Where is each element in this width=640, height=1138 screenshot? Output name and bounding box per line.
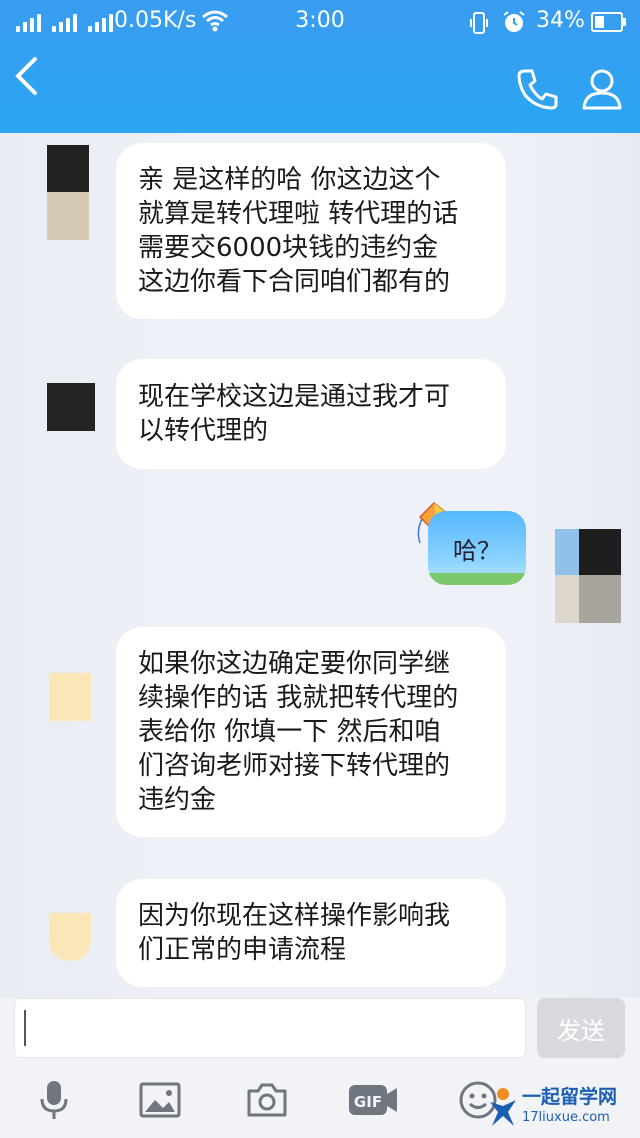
status-bar: 0.05K/s 3:00 34%: [0, 0, 640, 46]
avatar[interactable]: [47, 145, 89, 240]
message-line: 们正常的申请流程: [138, 935, 347, 965]
vibrate-icon: [470, 12, 488, 34]
message-line: 亲 是这样的哈 你这边这个: [138, 165, 441, 195]
profile-button[interactable]: [578, 66, 626, 112]
message-bubble[interactable]: 亲 是这样的哈 你这边这个 就算是转代理啦 转代理的话 需要交6000块钱的违约…: [116, 143, 506, 319]
message-line: 如果你这边确定要你同学继: [138, 649, 451, 679]
message-line: 以转代理的: [138, 416, 269, 446]
top-bar: 0.05K/s 3:00 34%: [0, 0, 640, 133]
phone-icon: [517, 69, 558, 110]
message-line: 现在学校这边是通过我才可: [138, 382, 451, 412]
message-text: 如果你这边确定要你同学继 续操作的话 我就把转代理的 表给你 你填一下 然后和咱…: [138, 647, 458, 817]
message-input[interactable]: [14, 998, 526, 1058]
gif-button[interactable]: GIF: [346, 1078, 400, 1122]
camera-icon: [247, 1083, 287, 1117]
message-line: 因为你现在这样操作影响我: [138, 901, 451, 931]
nav-bar: [0, 46, 640, 133]
message-line: 违约金: [138, 785, 217, 815]
message-line: 表给你 你填一下 然后和咱: [138, 717, 441, 747]
person-icon: [582, 69, 622, 110]
chat-area: 亲 是这样的哈 你这边这个 就算是转代理啦 转代理的话 需要交6000块钱的违约…: [0, 133, 640, 998]
message-text: 现在学校这边是通过我才可 以转代理的: [138, 380, 450, 448]
message-text: 亲 是这样的哈 你这边这个 就算是转代理啦 转代理的话 需要交6000块钱的违约…: [138, 163, 458, 299]
message-line: 续操作的话 我就把转代理的: [138, 683, 459, 713]
gif-icon: GIF: [349, 1085, 397, 1115]
avatar[interactable]: [49, 913, 91, 961]
voice-button[interactable]: [32, 1078, 76, 1122]
battery-icon: [591, 12, 626, 32]
chevron-left-icon: [15, 57, 37, 95]
avatar-self[interactable]: [555, 529, 621, 623]
alarm-icon: [503, 11, 525, 32]
avatar[interactable]: [47, 383, 95, 431]
back-button[interactable]: [6, 52, 46, 100]
battery-percent: 34%: [536, 8, 585, 33]
send-button[interactable]: 发送: [537, 998, 625, 1058]
microphone-icon: [40, 1081, 68, 1119]
watermark-logo-icon: [490, 1088, 516, 1126]
camera-button[interactable]: [243, 1078, 291, 1122]
message-bubble[interactable]: 因为你现在这样操作影响我 们正常的申请流程: [116, 879, 506, 987]
message-bubble-sent[interactable]: 哈？: [428, 511, 526, 585]
message-line: 需要交6000块钱的违约金: [138, 233, 439, 263]
image-icon: [139, 1082, 181, 1118]
image-button[interactable]: [136, 1078, 184, 1122]
message-line: 们咨询老师对接下转代理的: [138, 751, 451, 781]
call-button[interactable]: [512, 66, 562, 112]
message-line: 哈？: [453, 536, 501, 565]
watermark: 一起留学网 17liuxue.com: [486, 1082, 636, 1134]
message-bubble[interactable]: 如果你这边确定要你同学继 续操作的话 我就把转代理的 表给你 你填一下 然后和咱…: [116, 627, 506, 837]
svg-text:GIF: GIF: [354, 1093, 382, 1111]
message-text: 因为你现在这样操作影响我 们正常的申请流程: [138, 899, 450, 967]
message-line: 这边你看下合同咱们都有的: [138, 267, 451, 297]
watermark-url: 17liuxue.com: [522, 1110, 610, 1125]
watermark-title: 一起留学网: [522, 1086, 618, 1108]
text-cursor: [24, 1010, 26, 1046]
avatar[interactable]: [49, 673, 91, 721]
message-bubble[interactable]: 现在学校这边是通过我才可 以转代理的: [116, 359, 506, 469]
message-line: 就算是转代理啦 转代理的话: [138, 199, 459, 229]
